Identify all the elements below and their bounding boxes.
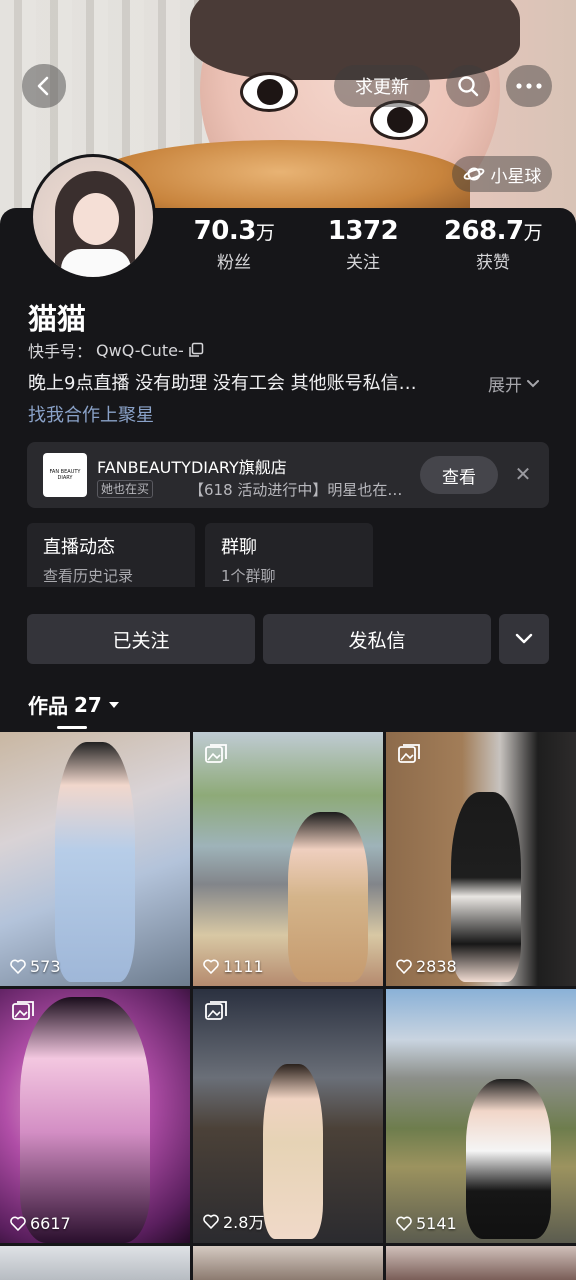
heart-icon — [10, 1216, 26, 1231]
chevron-down-icon — [527, 379, 539, 387]
gallery-icon — [205, 1001, 227, 1020]
work-thumbnail[interactable]: 573 — [0, 732, 190, 986]
like-count: 2838 — [396, 957, 457, 976]
like-count: 2.8万 — [203, 1209, 264, 1233]
following-label: 关注 — [346, 253, 380, 273]
shop-view-button[interactable]: 查看 — [420, 456, 498, 494]
followers-count: 70.3万 — [193, 216, 275, 246]
kuaishou-id: 快手号： QwQ-Cute- — [28, 338, 204, 362]
heart-icon — [396, 1216, 412, 1231]
tab-indicator — [57, 726, 87, 729]
request-update-button[interactable]: 求更新 — [334, 65, 430, 107]
copy-icon[interactable] — [188, 342, 204, 358]
like-count: 1111 — [203, 957, 264, 976]
card-subtitle: 1个群聊 — [221, 567, 276, 585]
back-button[interactable] — [22, 64, 66, 108]
close-icon[interactable]: ✕ — [513, 464, 533, 484]
live-history-card[interactable]: 直播动态 查看历史记录 — [27, 523, 195, 587]
search-icon — [458, 76, 479, 97]
shop-logo: FAN BEAUTY DIARY — [43, 453, 87, 497]
following-count: 1372 — [327, 216, 399, 246]
work-thumbnail[interactable]: 6617 — [0, 989, 190, 1243]
planet-label: 小星球 — [490, 166, 542, 187]
likes-stat[interactable]: 268.7万 获赞 — [433, 216, 553, 273]
group-chat-card[interactable]: 群聊 1个群聊 — [205, 523, 373, 587]
caret-down-icon — [108, 701, 119, 708]
planet-button[interactable]: 小星球 — [452, 156, 552, 192]
more-actions-button[interactable] — [499, 614, 549, 664]
profile-name: 猫猫 — [28, 302, 87, 336]
like-count: 5141 — [396, 1214, 457, 1233]
gallery-icon — [205, 744, 227, 763]
shop-tag: 她也在买 — [97, 480, 154, 498]
work-thumbnail[interactable]: 2838 — [386, 732, 576, 986]
card-title: 直播动态 — [43, 537, 115, 558]
card-subtitle: 查看历史记录 — [43, 567, 134, 585]
heart-icon — [203, 1214, 219, 1229]
following-stat[interactable]: 1372 关注 — [303, 216, 423, 273]
planet-icon — [463, 167, 484, 181]
more-button[interactable] — [506, 65, 552, 107]
tab-works[interactable]: 作品 27 — [28, 690, 120, 719]
followers-label: 粉丝 — [217, 253, 251, 273]
card-title: 群聊 — [221, 537, 257, 558]
followers-stat[interactable]: 70.3万 粉丝 — [174, 216, 294, 273]
heart-icon — [203, 959, 219, 974]
work-thumbnail[interactable] — [386, 1246, 576, 1280]
like-count: 573 — [10, 957, 61, 976]
gallery-icon — [398, 744, 420, 763]
expand-bio-button[interactable]: 展开 — [488, 371, 540, 396]
profile-bio: 晚上9点直播 没有助理 没有工会 其他账号私信… — [28, 373, 417, 394]
kuaishou-id-value: QwQ-Cute- — [96, 340, 184, 360]
chevron-down-icon — [515, 633, 533, 644]
collab-link[interactable]: 找我合作上聚星 — [28, 401, 154, 427]
likes-label: 获赞 — [476, 253, 510, 273]
work-thumbnail[interactable] — [0, 1246, 190, 1280]
likes-count: 268.7万 — [443, 216, 543, 246]
shop-card[interactable]: FAN BEAUTY DIARY FANBEAUTYDIARY旗舰店 她也在买 … — [27, 442, 549, 508]
gallery-icon — [12, 1001, 34, 1020]
avatar[interactable] — [30, 154, 156, 280]
heart-icon — [396, 959, 412, 974]
like-count: 6617 — [10, 1214, 71, 1233]
works-count: 27 — [74, 692, 102, 717]
message-button[interactable]: 发私信 — [263, 614, 491, 664]
more-dots-icon — [516, 83, 542, 89]
cover-eye — [240, 72, 298, 112]
work-thumbnail[interactable]: 5141 — [386, 989, 576, 1243]
work-thumbnail[interactable]: 2.8万 — [193, 989, 383, 1243]
heart-icon — [10, 959, 26, 974]
work-thumbnail[interactable]: 1111 — [193, 732, 383, 986]
shop-promo: 【618 活动进行中】明星也在… — [189, 481, 403, 499]
shop-title: FANBEAUTYDIARY旗舰店 — [97, 458, 287, 477]
chevron-left-icon — [37, 76, 49, 96]
followed-button[interactable]: 已关注 — [27, 614, 255, 664]
search-button[interactable] — [446, 65, 490, 107]
work-thumbnail[interactable] — [193, 1246, 383, 1280]
